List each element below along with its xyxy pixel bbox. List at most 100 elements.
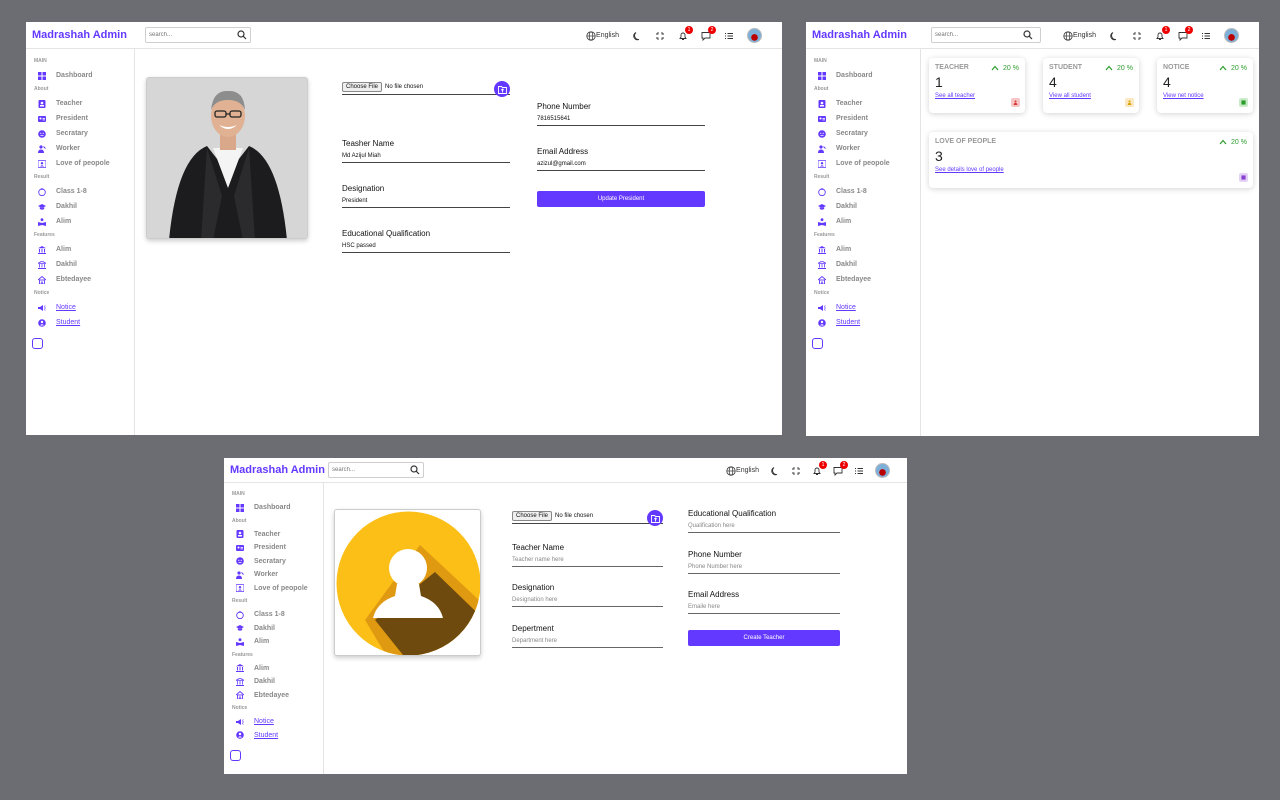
sidebar-item-love-of-people[interactable]: Love of peopole xyxy=(26,156,134,171)
sidebar-item-teacher[interactable]: Teacher xyxy=(26,96,134,111)
language-selector[interactable]: English xyxy=(1063,30,1096,41)
user-avatar[interactable] xyxy=(875,463,890,478)
search-box[interactable] xyxy=(931,27,1041,43)
email-field[interactable]: Email Address azizul@gmail.com xyxy=(537,147,705,171)
search-icon[interactable] xyxy=(237,30,247,40)
sidebar-item-class-1-8[interactable]: Class 1-8 xyxy=(26,184,134,199)
theme-toggle[interactable] xyxy=(230,750,241,761)
sidebar-item-notice[interactable]: Notice xyxy=(224,715,323,729)
sidebar-item-student[interactable]: Student xyxy=(26,315,134,330)
field-placeholder[interactable]: Department here xyxy=(512,638,663,647)
sidebar-item-alim[interactable]: Alim xyxy=(224,635,323,649)
search-input[interactable] xyxy=(935,32,1023,38)
sidebar-item-secretary[interactable]: Secratary xyxy=(26,126,134,141)
field-placeholder[interactable]: Designation here xyxy=(512,597,663,606)
field-placeholder[interactable]: Teacher name here xyxy=(512,557,663,566)
sidebar-item-president[interactable]: President xyxy=(224,541,323,555)
update-president-button[interactable]: Update President xyxy=(537,191,705,207)
list-button[interactable] xyxy=(1201,31,1211,41)
choose-file-button[interactable]: Choose File xyxy=(342,82,383,92)
app-logo[interactable]: Madrashah Admin xyxy=(26,29,145,41)
search-icon[interactable] xyxy=(410,465,420,475)
fullscreen-button[interactable] xyxy=(791,466,801,476)
messages-button[interactable]: 2 xyxy=(833,460,848,476)
email-field[interactable]: Email Address Emaile here xyxy=(688,590,840,614)
sidebar-item-secretary[interactable]: Secratary xyxy=(224,555,323,569)
sidebar-item-features-alim[interactable]: Alim xyxy=(26,242,134,257)
search-box[interactable] xyxy=(145,27,251,43)
card-link[interactable]: View all student xyxy=(1049,93,1133,99)
designation-field[interactable]: Designation Designation here xyxy=(512,583,663,607)
sidebar-item-class-1-8[interactable]: Class 1-8 xyxy=(224,608,323,622)
messages-button[interactable]: 2 xyxy=(1178,25,1193,41)
notifications-button[interactable]: 1 xyxy=(812,460,827,476)
sidebar-item-teacher[interactable]: Teacher xyxy=(806,96,920,111)
field-value[interactable]: President xyxy=(342,198,510,207)
field-value[interactable]: Md Azijul Miah xyxy=(342,153,510,162)
theme-toggle[interactable] xyxy=(32,338,43,349)
notifications-button[interactable]: 1 xyxy=(678,25,693,41)
sidebar-item-features-dakhil[interactable]: Dakhil xyxy=(806,257,920,272)
card-link[interactable]: See all teacher xyxy=(935,93,1019,99)
sidebar-item-president[interactable]: President xyxy=(806,111,920,126)
dark-mode-toggle[interactable] xyxy=(1109,31,1119,41)
qualification-field[interactable]: Educational Qualification Qualification … xyxy=(688,509,840,533)
sidebar-item-love-of-people[interactable]: Love of peopole xyxy=(224,582,323,596)
sidebar-item-dashboard[interactable]: Dashboard xyxy=(26,68,134,83)
create-teacher-button[interactable]: Create Teacher xyxy=(688,630,840,646)
notifications-button[interactable]: 1 xyxy=(1155,25,1170,41)
department-field[interactable]: Depertment Department here xyxy=(512,624,663,648)
choose-file-button[interactable]: Choose File xyxy=(512,511,553,521)
sidebar-item-features-ebtedayee[interactable]: Ebtedayee xyxy=(224,689,323,703)
sidebar-item-dashboard[interactable]: Dashboard xyxy=(224,501,323,515)
sidebar-item-notice[interactable]: Notice xyxy=(806,300,920,315)
sidebar-item-features-alim[interactable]: Alim xyxy=(224,662,323,676)
sidebar-item-class-1-8[interactable]: Class 1-8 xyxy=(806,184,920,199)
dark-mode-toggle[interactable] xyxy=(632,31,642,41)
sidebar-item-dakhil[interactable]: Dakhil xyxy=(26,199,134,214)
sidebar-item-features-dakhil[interactable]: Dakhil xyxy=(224,675,323,689)
field-placeholder[interactable]: Phone Number here xyxy=(688,564,840,573)
field-value[interactable]: HSC passed xyxy=(342,243,510,252)
field-placeholder[interactable]: Emaile here xyxy=(688,604,840,613)
field-value[interactable]: azizul@gmail.com xyxy=(537,161,705,170)
sidebar-item-features-ebtedayee[interactable]: Ebtedayee xyxy=(26,272,134,287)
card-link[interactable]: View net notice xyxy=(1163,93,1247,99)
teacher-name-field[interactable]: Teasher Name Md Azijul Miah xyxy=(342,139,510,163)
sidebar-item-worker[interactable]: Worker xyxy=(26,141,134,156)
sidebar-item-alim[interactable]: Alim xyxy=(26,214,134,229)
sidebar-item-student[interactable]: Student xyxy=(224,729,323,743)
search-box[interactable] xyxy=(328,462,424,478)
designation-field[interactable]: Designation President xyxy=(342,184,510,208)
list-button[interactable] xyxy=(724,31,734,41)
field-placeholder[interactable]: Qualification here xyxy=(688,523,840,532)
search-icon[interactable] xyxy=(1023,30,1033,40)
sidebar-item-student[interactable]: Student xyxy=(806,315,920,330)
upload-button[interactable] xyxy=(494,81,510,97)
sidebar-item-worker[interactable]: Worker xyxy=(806,141,920,156)
sidebar-item-dakhil[interactable]: Dakhil xyxy=(224,622,323,636)
language-selector[interactable]: English xyxy=(586,30,619,41)
sidebar-item-features-alim[interactable]: Alim xyxy=(806,242,920,257)
user-avatar[interactable] xyxy=(1224,28,1239,43)
phone-field[interactable]: Phone Number Phone Number here xyxy=(688,550,840,574)
language-selector[interactable]: English xyxy=(726,465,759,476)
messages-button[interactable]: 2 xyxy=(701,25,716,41)
sidebar-item-teacher[interactable]: Teacher xyxy=(224,528,323,542)
sidebar-item-dashboard[interactable]: Dashboard xyxy=(806,68,920,83)
card-link[interactable]: See details love of people xyxy=(935,167,1247,173)
phone-field[interactable]: Phone Number 7816515641 xyxy=(537,102,705,126)
fullscreen-button[interactable] xyxy=(1132,31,1142,41)
sidebar-item-dakhil[interactable]: Dakhil xyxy=(806,199,920,214)
sidebar-item-president[interactable]: President xyxy=(26,111,134,126)
dark-mode-toggle[interactable] xyxy=(770,466,780,476)
fullscreen-button[interactable] xyxy=(655,31,665,41)
app-logo[interactable]: Madrashah Admin xyxy=(224,464,328,476)
user-avatar[interactable] xyxy=(747,28,762,43)
search-input[interactable] xyxy=(149,32,237,38)
sidebar-item-features-ebtedayee[interactable]: Ebtedayee xyxy=(806,272,920,287)
app-logo[interactable]: Madrashah Admin xyxy=(806,29,931,41)
field-value[interactable]: 7816515641 xyxy=(537,116,705,125)
search-input[interactable] xyxy=(332,467,410,473)
sidebar-item-love-of-people[interactable]: Love of peopole xyxy=(806,156,920,171)
